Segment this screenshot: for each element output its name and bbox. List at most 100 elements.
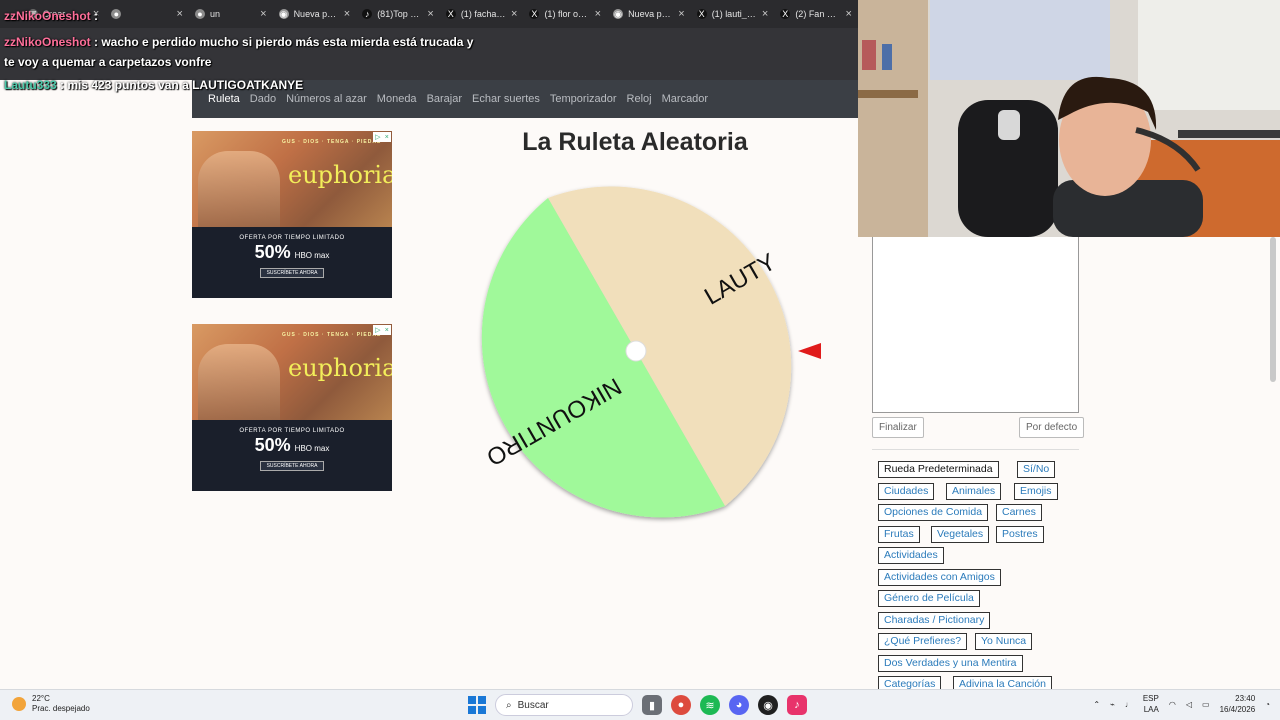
nav-link-moneda[interactable]: Moneda [377,93,417,105]
ad-offer-panel: OFERTA POR TIEMPO LIMITADO 50% HBO max SU… [192,420,392,491]
ad-logo: euphoria [288,161,392,189]
network-icon[interactable]: ⌁ [1110,700,1115,709]
category-button[interactable]: Yo Nunca [975,633,1033,650]
options-textarea[interactable] [872,237,1079,413]
weather-condition: Prac. despejado [32,704,90,713]
browser-tab[interactable]: X (1) facha en × [440,3,524,25]
spotify-icon[interactable]: ≋ [700,695,720,715]
chat-message: zzNikoOneshot : wacho e perdido mucho si… [4,35,474,49]
category-button[interactable]: Actividades con Amigos [878,568,1001,586]
category-button[interactable]: Charadas / Pictionary [878,611,991,629]
ad-banner[interactable]: GUS · DIOS · TENGA · PIEDAD euphoria OFE… [192,324,392,491]
wheel-center-pin[interactable] [625,340,647,362]
right-panel: Finalizar Por defecto Rueda Predetermina… [858,237,1280,693]
chat-username: zzNikoOneshot [4,35,91,49]
browser-tab[interactable]: ● × [105,3,189,25]
input-language[interactable]: ESP LAA [1143,693,1159,715]
x-icon: X [696,9,707,19]
close-icon[interactable]: × [260,8,266,20]
clock[interactable]: 23:40 16/4/2026 [1220,693,1256,715]
nav-link-dado[interactable]: Dado [250,93,276,105]
category-button[interactable]: Carnes [996,504,1042,521]
x-icon: X [529,9,540,19]
category-button[interactable]: Emojis [1014,482,1058,500]
file-explorer-icon[interactable]: ▮ [642,695,662,715]
browser-tab[interactable]: X (1) lauti_VN × [691,3,775,25]
close-icon[interactable]: × [762,8,768,20]
volume-icon[interactable]: ◁ [1186,700,1192,709]
chat-username: zzNikoOneshot [4,9,91,23]
nav-link-números-al-azar[interactable]: Números al azar [286,93,367,105]
battery-icon[interactable]: ▭ [1202,700,1210,709]
category-button[interactable]: Sí/No [1017,461,1056,478]
tab-label: Nueva pesta [293,9,339,19]
close-icon[interactable]: × [427,8,433,20]
category-button[interactable]: Opciones de Comida [878,504,989,521]
category-button[interactable]: Vegetales [931,525,990,543]
chrome-icon: ◉ [613,9,624,19]
system-tray: ⌃ ⌁ ♩ ESP LAA ◠ ◁ ▭ 23:40 16/4/2026 ◔ [1093,693,1270,715]
browser-tab[interactable]: ◉ Nueva pesta × [607,3,691,25]
tab-label: (2) Fan Spot [795,9,841,19]
notification-icon[interactable]: ◔ [1265,700,1270,709]
tab-label: (1) lauti_VN [711,9,757,19]
ad-discount: 50% HBO max [254,242,330,262]
tiktok-icon[interactable]: ♪ [787,695,807,715]
nav-link-echar-suertes[interactable]: Echar suertes [472,93,540,105]
nav-link-barajar[interactable]: Barajar [427,93,462,105]
browser-tab[interactable]: X (2) Fan Spot × [774,3,858,25]
chrome-icon: ◉ [278,9,289,19]
ad-cast-text: GUS · DIOS · TENGA · PIEDAD [282,332,382,338]
nav-link-marcador[interactable]: Marcador [662,93,708,105]
obs-icon[interactable]: ◉ [758,695,778,715]
taskbar-search[interactable]: ⌕ Buscar [495,694,633,716]
default-button[interactable]: Por defecto [1019,417,1085,438]
tab-label: (81)Top 100 [377,9,423,19]
microphone-icon[interactable]: ♩ [1125,700,1133,709]
finish-button[interactable]: Finalizar [872,417,924,438]
category-button[interactable]: Ciudades [878,482,935,500]
category-button[interactable]: Dos Verdades y una Mentira [878,654,1023,672]
chrome-icon[interactable]: ● [671,695,691,715]
close-icon[interactable]: × [511,8,517,20]
close-icon[interactable]: × [595,8,601,20]
weather-temperature: 22°C [32,694,50,703]
ad-choices-icon[interactable]: ▷ × [373,132,391,142]
roulette-wheel[interactable]: LAUTY NIKOUNTIRO [452,168,822,534]
browser-tab-strip: ⌄▣Crear×●×●un×◉Nueva pesta×♪(81)Top 100×… [0,0,858,28]
close-icon[interactable]: × [678,8,684,20]
discord-icon[interactable]: ◕ [729,695,749,715]
browser-tab[interactable]: ◉ Nueva pesta × [273,3,357,25]
category-button[interactable]: Frutas [878,525,920,543]
wifi-icon[interactable]: ◠ [1169,700,1176,709]
category-button[interactable]: ¿Qué Prefieres? [878,633,968,650]
category-button[interactable]: Postres [996,525,1044,543]
nav-link-reloj[interactable]: Reloj [627,93,652,105]
close-icon[interactable]: × [344,8,350,20]
nav-link-ruleta[interactable]: Ruleta [208,93,240,105]
start-icon[interactable] [468,696,486,714]
chevron-up-icon[interactable]: ⌃ [1093,700,1100,709]
tab-label: (1) facha en [460,9,506,19]
browser-tab[interactable]: ● un × [189,3,273,25]
browser-tab[interactable]: ♪ (81)Top 100 × [356,3,440,25]
category-button[interactable]: Rueda Predeterminada [878,461,999,478]
ad-banner[interactable]: GUS · DIOS · TENGA · PIEDAD euphoria OFE… [192,131,392,298]
page-title: La Ruleta Aleatoria [522,128,748,156]
page-scrollbar[interactable] [1270,237,1276,382]
nav-link-temporizador[interactable]: Temporizador [550,93,617,105]
ad-choices-icon[interactable]: ▷ × [373,325,391,335]
ad-people-image [198,151,280,227]
ad-cta-button[interactable]: SUSCRÍBETE AHORA [259,461,325,471]
webcam-image [858,0,1280,237]
ad-offer-text: OFERTA POR TIEMPO LIMITADO [239,428,345,434]
ad-cta-button[interactable]: SUSCRÍBETE AHORA [259,268,325,278]
category-button[interactable]: Género de Película [878,590,980,607]
category-button[interactable]: Actividades [878,547,944,564]
chat-message: te voy a quemar a carpetazos vonfre [4,55,212,69]
close-icon[interactable]: × [177,8,183,20]
category-button[interactable]: Animales [946,482,1002,500]
browser-tab[interactable]: X (1) flor on X × [523,3,607,25]
weather-widget[interactable]: 22°C Prac. despejado [12,694,90,714]
close-icon[interactable]: × [846,8,852,20]
